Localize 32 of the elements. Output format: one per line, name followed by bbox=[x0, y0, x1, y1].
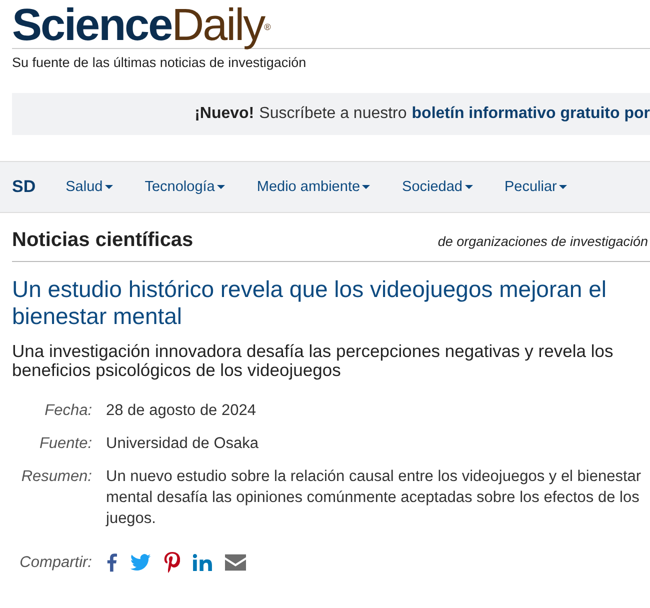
meta-value: Universidad de Osaka bbox=[106, 434, 260, 454]
nav-menu-item[interactable]: Tecnología bbox=[144, 179, 225, 195]
caret-icon bbox=[362, 185, 370, 189]
meta-label: Resumen: bbox=[20, 467, 92, 487]
banner-lead: ¡Nuevo! bbox=[194, 105, 254, 123]
tagline: Su fuente de las últimas noticias de investigación bbox=[12, 55, 308, 70]
nav-menu-item[interactable]: Sociedad bbox=[402, 179, 472, 195]
meta-value: Un nuevo estudio sobre la relación causal entre los videojuegos y el bienestar mental desafía las opiniones comúnmente aceptadas sobre los efectos de los juegos. bbox=[106, 467, 642, 529]
nav-menu-item[interactable]: Medio ambiente bbox=[256, 179, 370, 195]
section-note: de organizaciones de investigación bbox=[438, 234, 648, 249]
article-title: Un estudio histórico revela que los videojuegos mejoran el bienestar mental bbox=[12, 276, 608, 330]
envelope-icon[interactable] bbox=[225, 554, 246, 571]
newsletter-link[interactable]: boletín informativo gratuito por bbox=[412, 105, 650, 123]
share-label: Compartir: bbox=[18, 553, 92, 573]
article-subtitle: Una investigación innovadora desafía las percepciones negativas y revela los beneficios psicológicos de los videojuegos bbox=[12, 342, 614, 380]
facebook-icon[interactable] bbox=[106, 553, 117, 572]
bird-icon[interactable] bbox=[130, 554, 151, 571]
meta-value: 28 de agosto de 2024 bbox=[106, 401, 257, 421]
home-link[interactable]: SD bbox=[12, 177, 36, 197]
caret-icon bbox=[104, 185, 113, 189]
meta-label: Fecha: bbox=[44, 401, 92, 421]
meta-label: Fuente: bbox=[38, 434, 92, 454]
caret-icon bbox=[558, 185, 567, 189]
section-title: Noticias científicas bbox=[12, 229, 194, 252]
nav-menu-item[interactable]: Peculiar bbox=[504, 179, 567, 195]
logo[interactable]: ScienceDaily$^{®}$ bbox=[12, 2, 271, 48]
caret-icon bbox=[464, 185, 472, 189]
caret-icon bbox=[216, 185, 225, 189]
banner-text: Suscríbete a nuestro bbox=[259, 105, 407, 123]
linkedin-icon[interactable] bbox=[193, 554, 212, 571]
nav-menu-item[interactable]: Salud bbox=[66, 179, 113, 195]
pinterest-icon[interactable] bbox=[164, 552, 180, 573]
